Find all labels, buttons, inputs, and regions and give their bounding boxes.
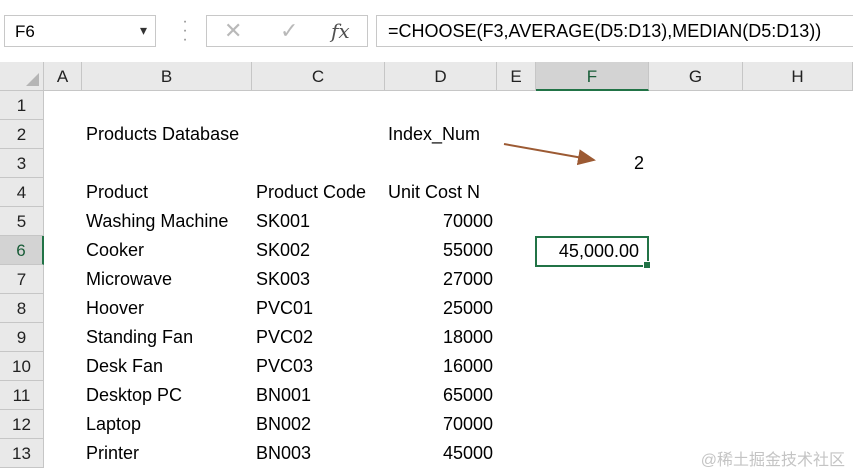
formula-buttons: ✕ ✓ fx	[206, 15, 368, 47]
formula-input[interactable]: =CHOOSE(F3,AVERAGE(D5:D13),MEDIAN(D5:D13…	[376, 15, 853, 47]
name-box[interactable]: F6 ▾	[4, 15, 156, 47]
formula-text: =CHOOSE(F3,AVERAGE(D5:D13),MEDIAN(D5:D13…	[388, 21, 822, 41]
name-box-value: F6	[15, 22, 35, 41]
watermark: @稀土掘金技术社区	[700, 452, 845, 469]
cancel-icon[interactable]: ✕	[224, 18, 242, 44]
active-cell-f6[interactable]: 45,000.00	[535, 236, 651, 269]
arrow-line	[503, 143, 596, 166]
result-value: 45,000.00	[558, 241, 639, 261]
annotation-arrow	[503, 143, 596, 166]
fill-handle[interactable]	[643, 261, 651, 269]
spreadsheet-grid[interactable]: A B C D E F G H 1 2 3 4 5 6 7 8 9 10 11 …	[0, 62, 853, 476]
enter-icon[interactable]: ✓	[280, 18, 298, 44]
formula-bar: F6 ▾ · · · ✕ ✓ fx =CHOOSE(F3,AVERAGE(D5:D1…	[0, 0, 853, 62]
chevron-down-icon[interactable]: ▾	[140, 22, 147, 39]
drag-handle-icon[interactable]: · · ·	[178, 14, 192, 48]
insert-function-icon[interactable]: fx	[331, 19, 350, 43]
